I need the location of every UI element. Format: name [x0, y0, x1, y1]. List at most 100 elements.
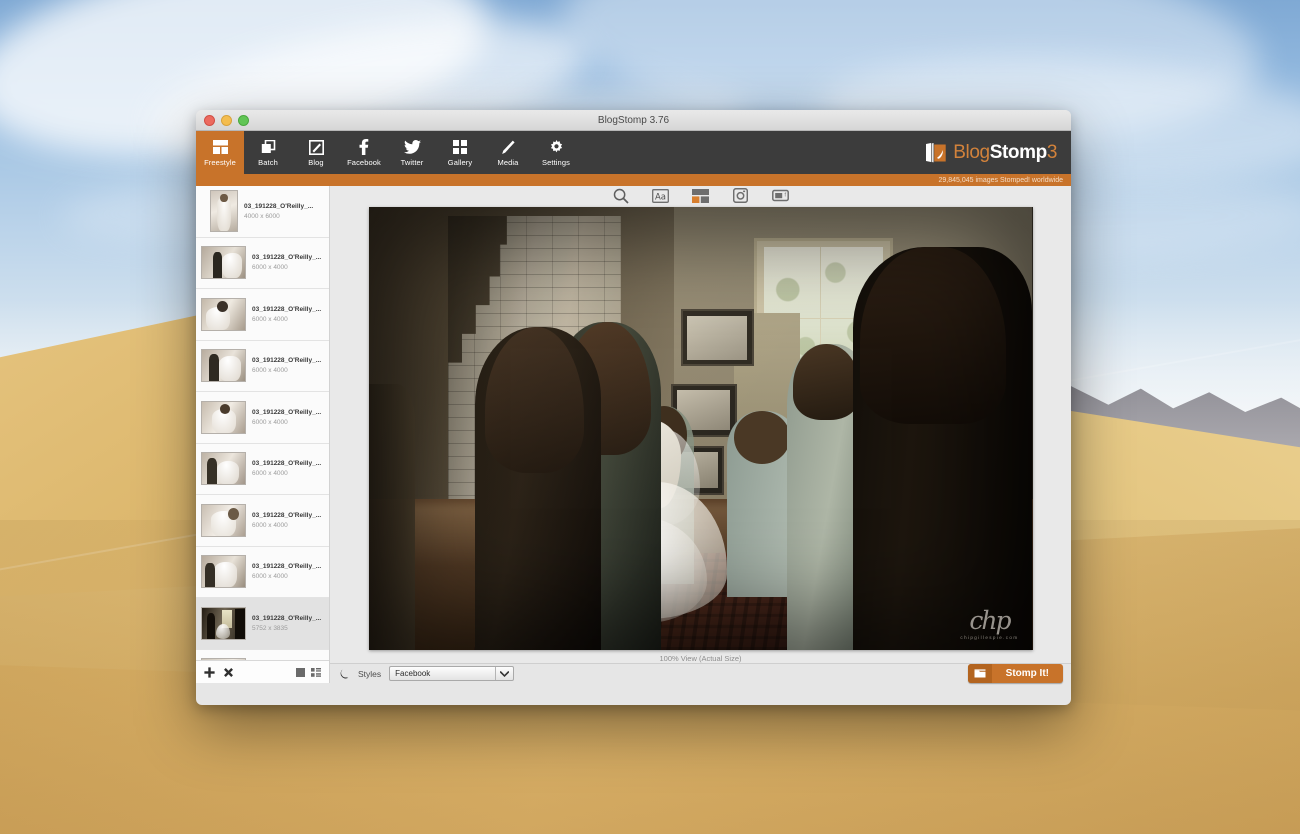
- moon-icon[interactable]: [338, 668, 350, 680]
- thumbnail-meta: 03_191228_O'Reilly_... 6000 x 4000: [252, 254, 324, 271]
- thumbnail-meta: 03_191228_O'Reilly_... 6000 x 4000: [252, 409, 324, 426]
- thumbnail-meta: 03_191228_O'Reilly_... 6000 x 4000: [252, 460, 324, 477]
- nav-label: Gallery: [448, 158, 472, 167]
- pencil-square-icon: [309, 139, 324, 156]
- thumbnail-meta: 03_191228_O'Reilly_... 5752 x 3835: [252, 615, 324, 632]
- list-item[interactable]: 03_191228_O'Reilly_... 6000 x 4000: [196, 547, 329, 599]
- nav-label: Blog: [308, 158, 323, 167]
- twitter-bird-icon: [404, 139, 421, 156]
- nav-item-facebook[interactable]: Facebook: [340, 131, 388, 174]
- stomp-counter: 29,845,045 images Stomped! worldwide: [938, 177, 1063, 184]
- watermark-screen-icon[interactable]: f: [772, 187, 790, 205]
- facebook-f-icon: [359, 139, 369, 156]
- list-item-selected[interactable]: 03_191228_O'Reilly_... 5752 x 3835: [196, 598, 329, 650]
- view-scale-label: 100% View (Actual Size): [330, 650, 1071, 663]
- list-item[interactable]: 03_191228_O'Reilly_... 4000 x 6000: [196, 186, 329, 238]
- file-dimensions: 5752 x 3835: [252, 625, 324, 632]
- file-name: 03_191228_O'Reilly_...: [252, 409, 324, 416]
- file-name: 03_191228_O'Reilly_...: [252, 357, 324, 364]
- window-titlebar[interactable]: BlogStomp 3.76: [196, 110, 1071, 131]
- nav-item-media[interactable]: Media: [484, 131, 532, 174]
- nav-item-freestyle[interactable]: Freestyle: [196, 131, 244, 174]
- file-name: 03_191228_O'Reilly_...: [252, 563, 324, 570]
- gear-icon: [549, 139, 564, 156]
- svg-text:Aa: Aa: [655, 192, 666, 202]
- thumbnail-list[interactable]: 03_191228_O'Reilly_... 4000 x 6000 03_19…: [196, 186, 329, 660]
- image-sidebar: 03_191228_O'Reilly_... 4000 x 6000 03_19…: [196, 186, 330, 683]
- sidebar-footer-left: [204, 667, 234, 678]
- svg-text:f: f: [784, 192, 786, 198]
- nav-label: Facebook: [347, 158, 381, 167]
- list-item[interactable]: 03_191228_O'Reilly_...: [196, 650, 329, 661]
- file-dimensions: 6000 x 4000: [252, 367, 324, 374]
- stomp-it-label: Stomp It!: [992, 668, 1063, 679]
- main-navigation: Freestyle Batch Blog Facebook Twitter: [196, 131, 1071, 174]
- stomp-counter-bar: 29,845,045 images Stomped! worldwide: [196, 174, 1071, 186]
- thumbnail: [201, 504, 246, 537]
- nav-item-twitter[interactable]: Twitter: [388, 131, 436, 174]
- nav-item-gallery[interactable]: Gallery: [436, 131, 484, 174]
- chevron-down-icon[interactable]: [495, 667, 513, 680]
- nav-label: Media: [498, 158, 519, 167]
- file-dimensions: 6000 x 4000: [252, 573, 324, 580]
- file-dimensions: 6000 x 4000: [252, 470, 324, 477]
- file-dimensions: 6000 x 4000: [252, 522, 324, 529]
- logo-wordmark: BlogStomp3: [953, 142, 1057, 164]
- list-item[interactable]: 03_191228_O'Reilly_... 6000 x 4000: [196, 495, 329, 547]
- thumbnail: [201, 607, 246, 640]
- single-square-icon[interactable]: [296, 668, 305, 677]
- pencil-icon: [501, 139, 515, 156]
- file-dimensions: 6000 x 4000: [252, 264, 324, 271]
- nav-label: Freestyle: [204, 158, 236, 167]
- logo-part1: Blog: [953, 142, 989, 163]
- preview-image[interactable]: chp chipgillespie.com: [369, 207, 1033, 650]
- book-stomp-icon: [924, 141, 948, 165]
- nav-spacer: [580, 131, 924, 174]
- logo-part2: Stomp: [990, 142, 1047, 163]
- layout-icon[interactable]: [692, 187, 710, 205]
- file-name: 03_191228_O'Reilly_...: [244, 203, 324, 210]
- logo-part3: 3: [1047, 142, 1057, 163]
- photographer-watermark: chp chipgillespie.com: [960, 608, 1018, 640]
- styles-select[interactable]: Facebook: [389, 666, 514, 681]
- thumbnail: [210, 190, 238, 232]
- thumbnail: [201, 401, 246, 434]
- file-name: 03_191228_O'Reilly_...: [252, 254, 324, 261]
- thumbnail-meta: 03_191228_O'Reilly_... 6000 x 4000: [252, 357, 324, 374]
- preview-stage: chp chipgillespie.com: [330, 205, 1071, 650]
- close-x-icon[interactable]: [223, 667, 234, 678]
- nav-label: Twitter: [401, 158, 424, 167]
- thumbnail-meta: 03_191228_O'Reilly_... 6000 x 4000: [252, 512, 324, 529]
- zoom-magnifier-icon[interactable]: [612, 187, 630, 205]
- stomp-it-button[interactable]: Stomp It!: [968, 664, 1063, 683]
- thumbnail: [201, 298, 246, 331]
- nav-item-blog[interactable]: Blog: [292, 131, 340, 174]
- grid-view-icon[interactable]: [311, 668, 321, 677]
- window-title: BlogStomp 3.76: [196, 115, 1071, 126]
- bottom-toolbar: Styles Facebook Stomp It!: [330, 663, 1071, 683]
- sidebar-footer: [196, 660, 329, 683]
- list-item[interactable]: 03_191228_O'Reilly_... 6000 x 4000: [196, 341, 329, 393]
- nav-item-batch[interactable]: Batch: [244, 131, 292, 174]
- file-dimensions: 4000 x 6000: [244, 213, 324, 220]
- thumbnail: [201, 349, 246, 382]
- list-item[interactable]: 03_191228_O'Reilly_... 6000 x 4000: [196, 444, 329, 496]
- list-item[interactable]: 03_191228_O'Reilly_... 6000 x 4000: [196, 289, 329, 341]
- thumbnail: [201, 658, 246, 660]
- camera-icon[interactable]: [732, 187, 750, 205]
- file-name: 03_191228_O'Reilly_...: [252, 512, 324, 519]
- file-name: 03_191228_O'Reilly_...: [252, 615, 324, 622]
- text-aa-icon[interactable]: Aa: [652, 187, 670, 205]
- four-squares-icon: [453, 139, 467, 156]
- sidebar-footer-right: [296, 668, 321, 677]
- plus-icon[interactable]: [204, 667, 215, 678]
- list-item[interactable]: 03_191228_O'Reilly_... 6000 x 4000: [196, 392, 329, 444]
- styles-selected-value: Facebook: [395, 669, 430, 678]
- list-item[interactable]: 03_191228_O'Reilly_... 6000 x 4000: [196, 238, 329, 290]
- nav-item-settings[interactable]: Settings: [532, 131, 580, 174]
- thumbnail: [201, 555, 246, 588]
- file-name: 03_191228_O'Reilly_...: [252, 460, 324, 467]
- blogstomp-window: BlogStomp 3.76 Freestyle Batch Blog: [196, 110, 1071, 705]
- blogstomp-logo: BlogStomp3: [924, 141, 1071, 165]
- file-dimensions: 6000 x 4000: [252, 419, 324, 426]
